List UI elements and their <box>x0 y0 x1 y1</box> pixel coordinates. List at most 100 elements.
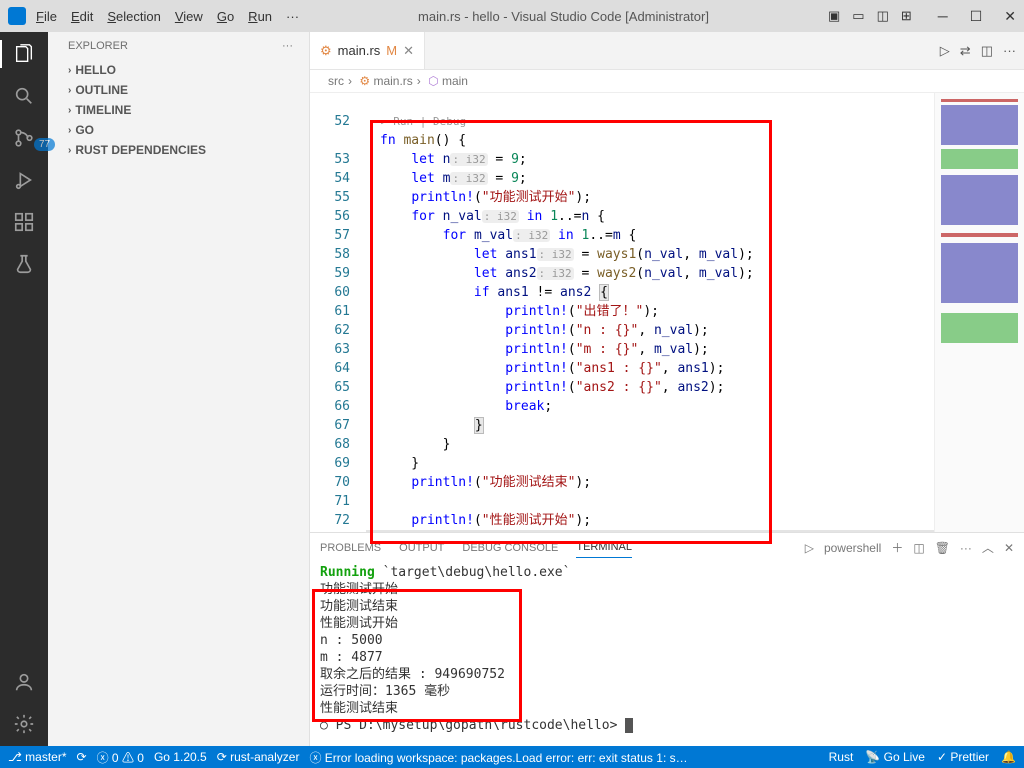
prettier-status[interactable]: ✓ Prettier <box>937 750 989 764</box>
crumb-symbol[interactable]: main <box>442 74 468 88</box>
debug-icon[interactable] <box>12 168 36 192</box>
go-live[interactable]: 📡 Go Live <box>865 750 925 764</box>
maximize-button[interactable]: ☐ <box>970 8 983 25</box>
panel-more-icon[interactable]: ··· <box>960 541 972 555</box>
explorer-icon[interactable] <box>12 42 36 66</box>
code-line[interactable]: println!("ans2 : {}", ans2); <box>366 378 934 397</box>
notifications-icon[interactable]: 🔔 <box>1001 750 1016 764</box>
terminal[interactable]: Running `target\debug\hello.exe`功能测试开始功能… <box>310 562 1024 746</box>
terminal-line: m : 4877 <box>320 649 1014 666</box>
codelens[interactable]: ▸ Run | Debug <box>366 112 934 131</box>
go-version[interactable]: Go 1.20.5 <box>154 750 207 764</box>
minimap[interactable] <box>934 93 1024 532</box>
source-control-icon[interactable]: 77 <box>12 126 36 150</box>
menu-more[interactable]: ··· <box>286 9 299 24</box>
code-line[interactable]: if ans1 != ans2 { <box>366 283 934 302</box>
accounts-icon[interactable] <box>12 670 36 694</box>
code-line[interactable]: println!("出错了！"); <box>366 302 934 321</box>
code-line[interactable]: let m: i32 = 9; <box>366 169 934 188</box>
code-line[interactable]: for n_val: i32 in 1..=n { <box>366 207 934 226</box>
code-line[interactable] <box>366 492 934 511</box>
tree-section-timeline[interactable]: › TIMELINE <box>48 100 309 120</box>
code-line[interactable]: for m_val: i32 in 1..=m { <box>366 226 934 245</box>
tree-section-go[interactable]: › GO <box>48 120 309 140</box>
code-line[interactable]: let ans2: i32 = ways2(n_val, m_val); <box>366 264 934 283</box>
code-line[interactable]: } <box>366 435 934 454</box>
menu-edit[interactable]: Edit <box>71 9 93 24</box>
code-line[interactable]: let ans1: i32 = ways1(n_val, m_val); <box>366 245 934 264</box>
layout-primary-icon[interactable]: ▣ <box>828 8 840 24</box>
code-line[interactable]: fn main() { <box>366 131 934 150</box>
code-line[interactable]: println!("性能测试开始"); <box>366 511 934 530</box>
code-line[interactable] <box>366 93 934 112</box>
problems-indicator[interactable]: ⓧ 0 ⚠ 0 <box>97 749 144 766</box>
extensions-icon[interactable] <box>12 210 36 234</box>
menu-bar: File Edit Selection View Go Run ··· <box>36 9 299 24</box>
explorer-title: EXPLORER <box>68 40 128 52</box>
rust-lang[interactable]: Rust <box>829 750 854 764</box>
branch-indicator[interactable]: ⎇ master* <box>8 750 67 764</box>
terminal-line: 功能测试结束 <box>320 598 1014 615</box>
panel-tab-problems[interactable]: PROBLEMS <box>320 538 381 558</box>
rust-analyzer-status[interactable]: ⟳ rust-analyzer <box>217 750 300 764</box>
panel-tab-debug-console[interactable]: DEBUG CONSOLE <box>462 538 558 558</box>
breadcrumb[interactable]: src› ⚙ main.rs› ⬡ main <box>310 70 1024 93</box>
activity-bar: 77 <box>0 32 48 746</box>
menu-go[interactable]: Go <box>217 9 234 24</box>
tree-section-outline[interactable]: › OUTLINE <box>48 80 309 100</box>
maximize-panel-icon[interactable]: ︿ <box>982 539 994 556</box>
split-terminal-icon[interactable]: ◫ <box>913 541 924 555</box>
terminal-prompt[interactable]: ○ PS D:\mysetup\gopath\rustcode\hello> _ <box>320 717 1014 734</box>
menu-selection[interactable]: Selection <box>107 9 160 24</box>
code-line[interactable]: } <box>366 416 934 435</box>
editor-more-icon[interactable]: ··· <box>1003 43 1016 59</box>
close-button[interactable]: ✕ <box>1004 8 1016 25</box>
code-line[interactable]: println!("ans1 : {}", ans1); <box>366 359 934 378</box>
code-line[interactable]: break; <box>366 397 934 416</box>
code-line[interactable]: let n_val: i32 = 5000; <box>366 530 934 532</box>
terminal-line: n : 5000 <box>320 632 1014 649</box>
testing-icon[interactable] <box>12 252 36 276</box>
terminal-line: 取余之后的结果 : 949690752 <box>320 666 1014 683</box>
layout-secondary-icon[interactable]: ◫ <box>877 8 889 24</box>
code-line[interactable]: println!("m : {}", m_val); <box>366 340 934 359</box>
crumb-file[interactable]: main.rs <box>373 74 412 88</box>
sync-icon[interactable]: ⟳ <box>77 750 87 764</box>
tab-close-icon[interactable]: ✕ <box>403 43 414 59</box>
tree-section-rust-dependencies[interactable]: › RUST DEPENDENCIES <box>48 140 309 160</box>
vscode-icon <box>8 7 26 25</box>
code-line[interactable]: println!("功能测试结束"); <box>366 473 934 492</box>
code-content[interactable]: ▸ Run | Debugfn main() { let n: i32 = 9;… <box>366 93 934 532</box>
error-message[interactable]: ⓧ Error loading workspace: packages.Load… <box>309 749 689 766</box>
close-panel-icon[interactable]: ✕ <box>1004 541 1014 555</box>
editor[interactable]: 52 5354555657585960616263646566676869707… <box>310 93 1024 532</box>
code-line[interactable]: } <box>366 454 934 473</box>
panel-tabs: PROBLEMS OUTPUT DEBUG CONSOLE TERMINAL ▷ po… <box>310 533 1024 562</box>
panel-tab-output[interactable]: OUTPUT <box>399 538 444 558</box>
new-terminal-icon[interactable]: ＋ <box>891 539 903 556</box>
menu-view[interactable]: View <box>175 9 203 24</box>
run-icon[interactable]: ▷ <box>940 43 950 59</box>
code-line[interactable]: let n: i32 = 9; <box>366 150 934 169</box>
terminal-picker-icon[interactable]: ▷ <box>805 541 814 555</box>
panel-tab-terminal[interactable]: TERMINAL <box>576 537 632 558</box>
minimize-button[interactable]: ─ <box>938 8 948 25</box>
tree-section-hello[interactable]: › HELLO <box>48 60 309 80</box>
code-line[interactable]: println!("功能测试开始"); <box>366 188 934 207</box>
window-title: main.rs - hello - Visual Studio Code [Ad… <box>299 9 828 24</box>
code-line[interactable]: println!("n : {}", n_val); <box>366 321 934 340</box>
crumb-src[interactable]: src <box>328 74 344 88</box>
editor-tabs: ⚙ main.rs M ✕ ▷ ⇄ ◫ ··· <box>310 32 1024 70</box>
menu-run[interactable]: Run <box>248 9 272 24</box>
menu-file[interactable]: File <box>36 9 57 24</box>
settings-icon[interactable] <box>12 712 36 736</box>
compare-icon[interactable]: ⇄ <box>960 43 971 59</box>
terminal-shell-label[interactable]: powershell <box>824 541 881 555</box>
layout-panel-icon[interactable]: ▭ <box>852 8 864 24</box>
tab-main-rs[interactable]: ⚙ main.rs M ✕ <box>310 32 425 69</box>
kill-terminal-icon[interactable]: 🗑 <box>935 541 950 555</box>
split-editor-icon[interactable]: ◫ <box>981 43 993 59</box>
explorer-more-icon[interactable]: ··· <box>282 40 293 52</box>
search-icon[interactable] <box>12 84 36 108</box>
layout-custom-icon[interactable]: ⊞ <box>901 8 912 24</box>
